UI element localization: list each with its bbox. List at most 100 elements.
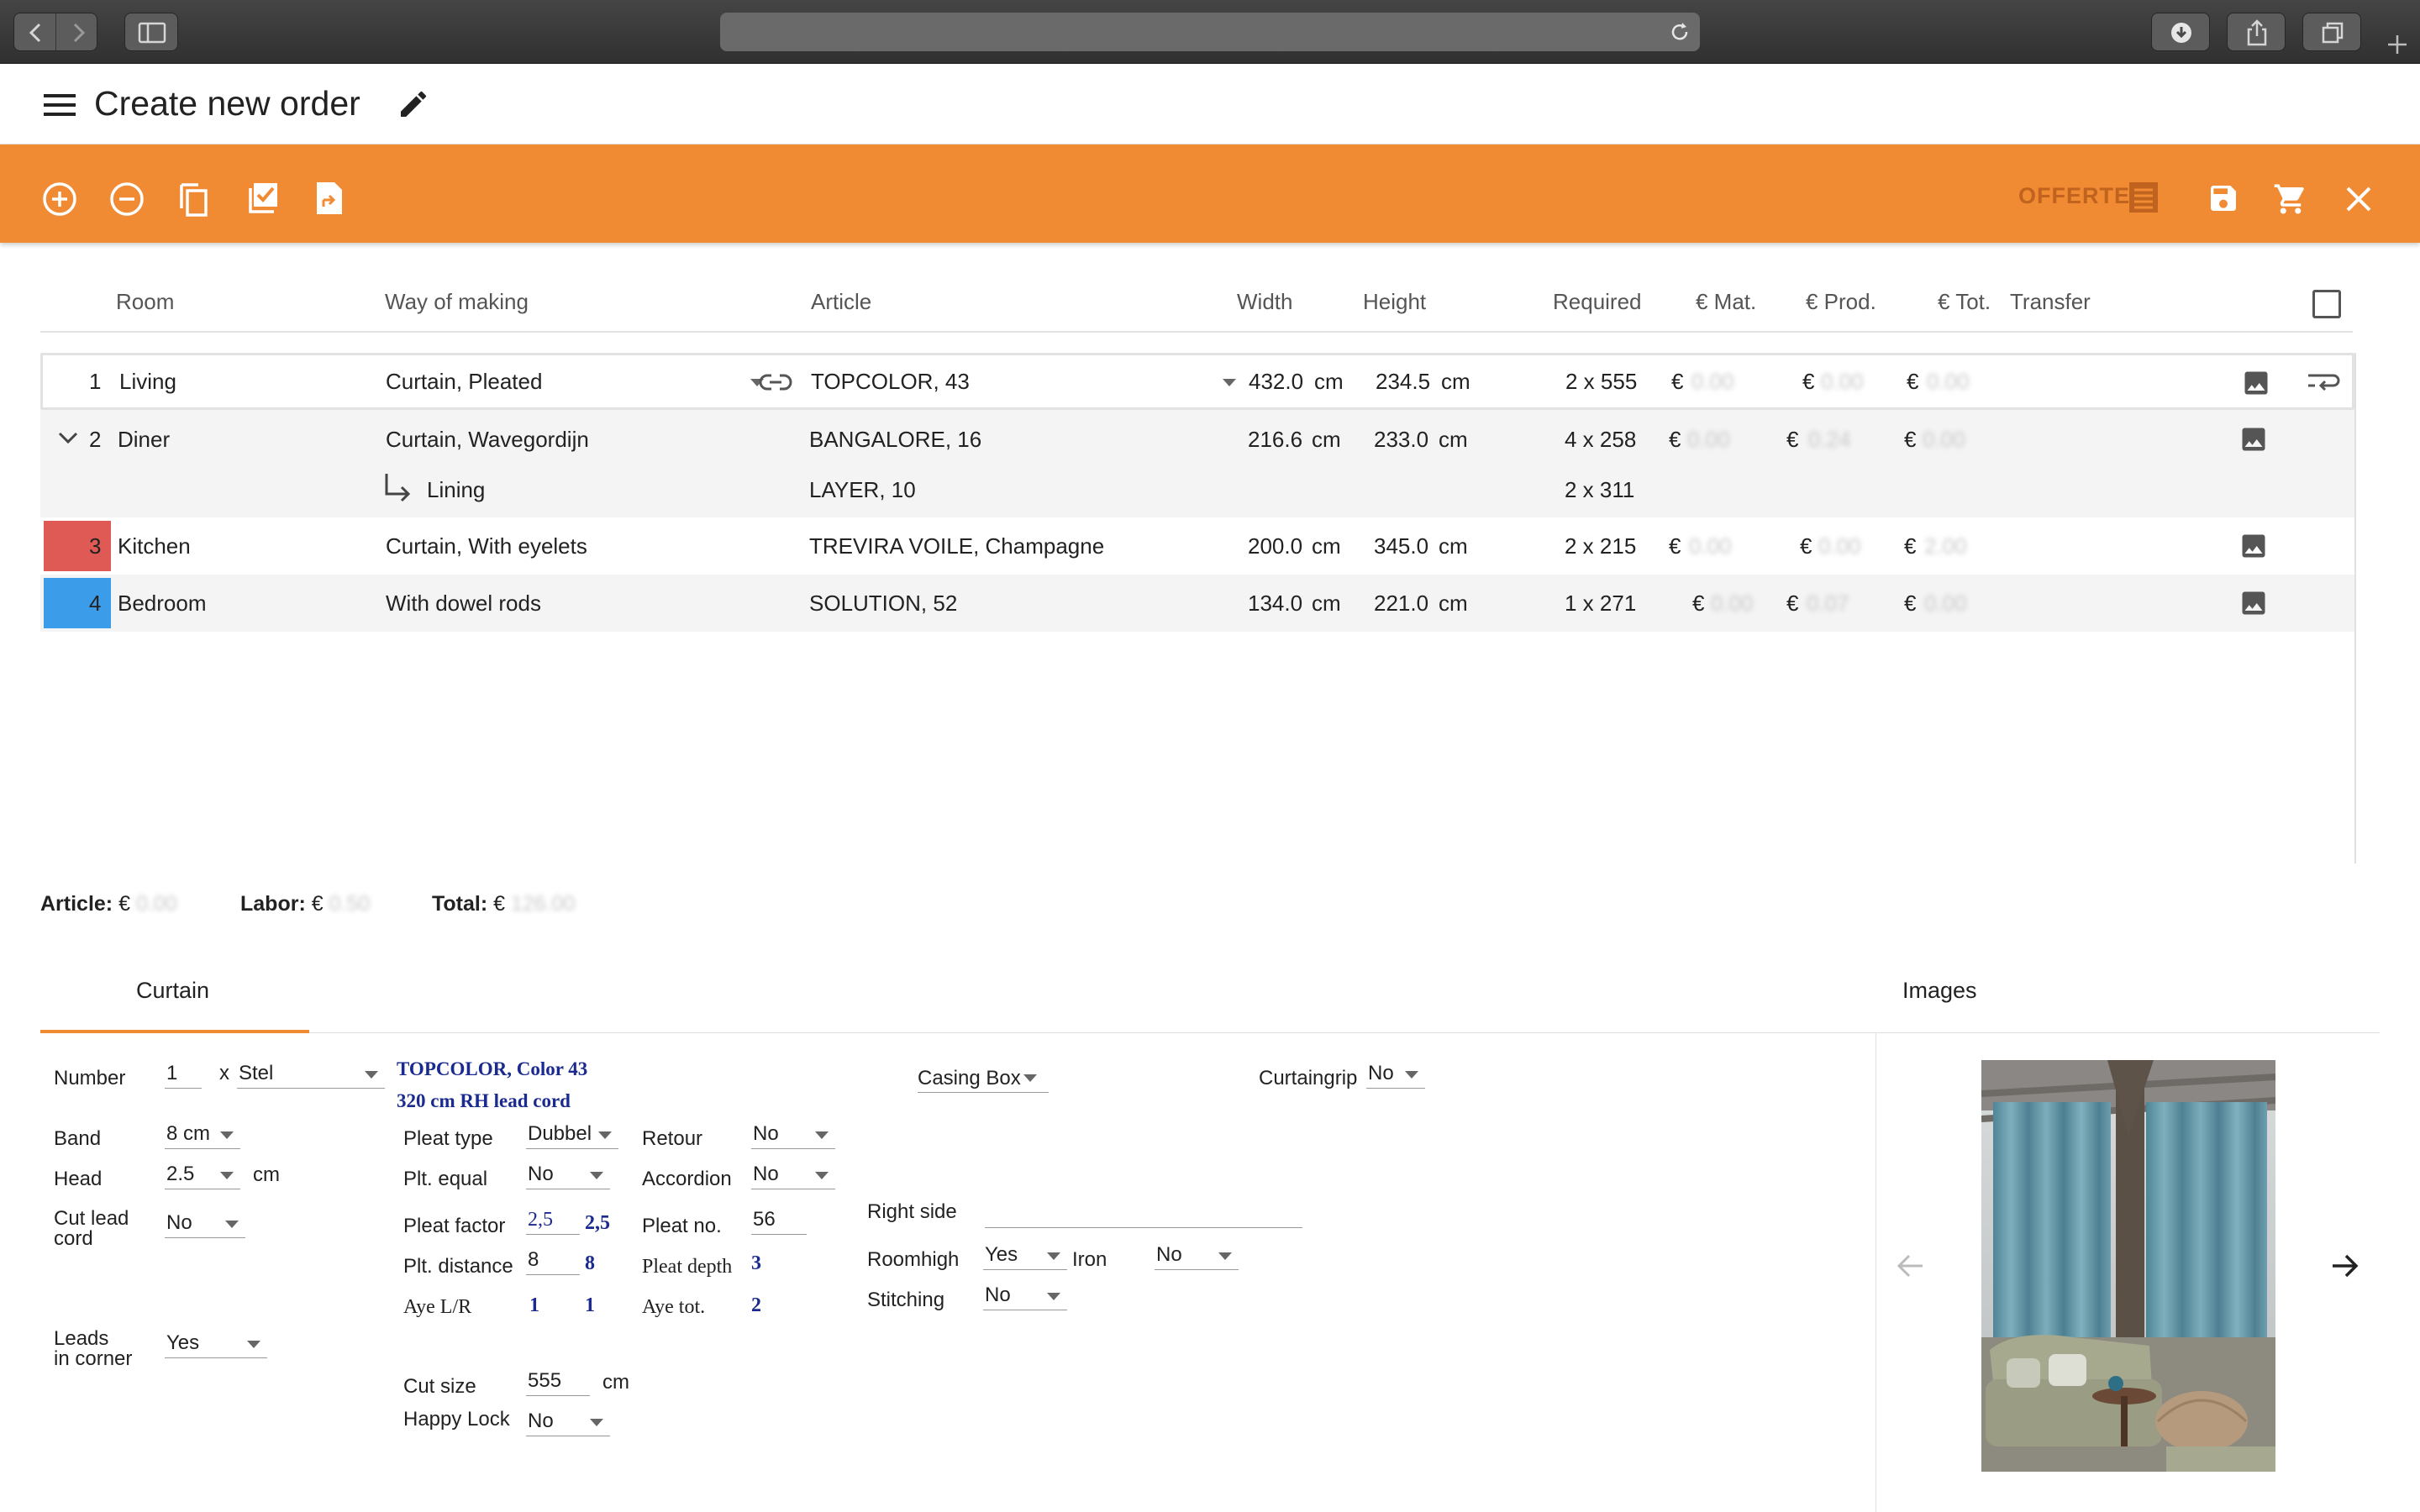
row-number: 2 xyxy=(89,427,102,452)
col-header-way-of-making[interactable]: Way of making xyxy=(385,289,529,315)
menu-icon[interactable] xyxy=(44,92,76,118)
download-icon xyxy=(2171,23,2191,43)
happy-lock-select[interactable]: No xyxy=(526,1408,610,1436)
pleat-factor-input[interactable]: 2,5 xyxy=(526,1206,580,1235)
forward-icon[interactable] xyxy=(68,21,88,45)
row-prod-currency: € xyxy=(1786,591,1799,616)
number-input[interactable]: 1 xyxy=(165,1060,202,1089)
chevron-down-icon[interactable] xyxy=(57,430,79,447)
row-required: 2 x 215 xyxy=(1565,533,1637,559)
sub-row-article: LAYER, 10 xyxy=(809,477,916,502)
row-prod-currency: € xyxy=(1800,533,1812,559)
tab-curtain[interactable]: Curtain xyxy=(136,978,209,1004)
reload-icon[interactable] xyxy=(1668,20,1691,44)
row-tot-currency: € xyxy=(1904,533,1917,559)
row-height: 345.0 xyxy=(1374,533,1429,559)
table-row[interactable]: 4 Bedroom With dowel rods SOLUTION, 52 1… xyxy=(40,575,2354,632)
tab-images[interactable]: Images xyxy=(1902,978,1977,1004)
downloads-button[interactable] xyxy=(2151,13,2210,51)
cut-size-input[interactable]: 555 xyxy=(526,1368,590,1396)
col-header-prod[interactable]: € Prod. xyxy=(1806,289,1876,315)
stitching-select[interactable]: No xyxy=(983,1282,1067,1310)
new-tab-icon[interactable] xyxy=(2385,32,2410,57)
col-header-width[interactable]: Width xyxy=(1237,289,1292,315)
curtaingrip-select[interactable]: No xyxy=(1366,1060,1425,1089)
article-description-line2: 320 cm RH lead cord xyxy=(397,1090,571,1111)
add-circle-icon[interactable] xyxy=(42,181,77,217)
casing-box-label[interactable]: Casing Box xyxy=(918,1068,1021,1089)
pleat-equal-select[interactable]: No xyxy=(526,1161,610,1189)
col-header-mat[interactable]: € Mat. xyxy=(1696,289,1756,315)
product-image[interactable] xyxy=(1981,1060,2275,1472)
save-icon[interactable] xyxy=(2207,181,2240,215)
pleat-type-select[interactable]: Dubbel xyxy=(526,1121,618,1149)
cut-lead-cord-select[interactable]: No xyxy=(165,1210,245,1238)
article-value: TOPCOLOR, 43 xyxy=(811,369,970,394)
close-icon[interactable] xyxy=(2344,185,2373,213)
accordion-select[interactable]: No xyxy=(751,1161,835,1189)
table-scrollbar[interactable] xyxy=(2354,353,2356,864)
table-row[interactable]: 2 Diner Curtain, Wavegordijn BANGALORE, … xyxy=(40,410,2354,517)
next-image-arrow-icon[interactable] xyxy=(2329,1252,2360,1280)
offerte-document-icon[interactable] xyxy=(2128,180,2160,215)
image-icon[interactable] xyxy=(2238,531,2269,561)
row-mat-currency: € xyxy=(1692,591,1705,616)
pleat-no-label: Pleat no. xyxy=(642,1215,722,1237)
col-header-transfer[interactable]: Transfer xyxy=(2010,289,2091,315)
remove-circle-icon[interactable] xyxy=(109,181,145,217)
casing-box-chevron-icon[interactable] xyxy=(1023,1074,1037,1082)
url-bar[interactable] xyxy=(720,13,1700,51)
iron-select[interactable]: No xyxy=(1155,1242,1239,1270)
pleat-factor-label: Pleat factor xyxy=(403,1215,506,1237)
col-header-room[interactable]: Room xyxy=(116,289,174,315)
right-side-input[interactable] xyxy=(985,1200,1302,1228)
active-tab-indicator xyxy=(40,1030,309,1033)
export-document-icon[interactable] xyxy=(314,180,345,217)
back-icon[interactable] xyxy=(26,21,46,45)
checklist-icon[interactable] xyxy=(244,180,281,217)
unit-select[interactable]: Stel xyxy=(237,1060,385,1089)
col-header-height[interactable]: Height xyxy=(1363,289,1426,315)
col-header-tot[interactable]: € Tot. xyxy=(1938,289,1991,315)
link-icon[interactable] xyxy=(759,370,792,394)
offerte-label[interactable]: OFFERTE xyxy=(2018,183,2130,209)
back-forward-buttons[interactable] xyxy=(13,13,97,51)
col-header-required[interactable]: Required xyxy=(1553,289,1642,315)
previous-image-arrow-icon[interactable] xyxy=(1896,1252,1926,1280)
image-icon[interactable] xyxy=(2238,424,2269,454)
edit-pencil-icon[interactable] xyxy=(397,87,430,121)
row-height-unit: cm xyxy=(1439,427,1468,452)
table-row[interactable]: 1 Living Curtain, Pleated TOPCOLOR, 43 4… xyxy=(40,353,2354,410)
retour-select[interactable]: No xyxy=(751,1121,835,1149)
row-width: 200.0 xyxy=(1248,533,1303,559)
row-tot: 2.00 xyxy=(1924,533,1967,559)
select-all-checkbox[interactable] xyxy=(2312,290,2341,318)
row-height-unit: cm xyxy=(1441,369,1470,394)
share-button[interactable] xyxy=(2227,13,2286,51)
leads-in-corner-select[interactable]: Yes xyxy=(165,1330,267,1358)
shopping-cart-icon[interactable] xyxy=(2272,181,2309,217)
cut-size-label: Cut size xyxy=(403,1375,476,1398)
article-select[interactable]: TOPCOLOR, 43 xyxy=(811,359,1248,406)
table-row[interactable]: 3 Kitchen Curtain, With eyelets TREVIRA … xyxy=(40,517,2354,575)
copy-icon[interactable] xyxy=(176,180,212,218)
pleat-distance-input[interactable]: 8 xyxy=(526,1247,580,1275)
row-height: 233.0 xyxy=(1374,427,1429,452)
head-select[interactable]: 2.5 xyxy=(165,1161,240,1189)
sidebar-icon xyxy=(138,22,166,44)
row-height-unit: cm xyxy=(1439,591,1468,616)
transfer-wrap-icon[interactable] xyxy=(2307,370,2340,396)
row-width: 216.6 xyxy=(1248,427,1303,452)
image-icon[interactable] xyxy=(2238,588,2269,618)
way-of-making-select[interactable]: Curtain, Pleated xyxy=(386,359,772,406)
roomhigh-select[interactable]: Yes xyxy=(983,1242,1067,1270)
row-number: 4 xyxy=(89,591,102,616)
tabs-button[interactable] xyxy=(2302,13,2361,51)
image-icon[interactable] xyxy=(2241,368,2271,398)
band-select[interactable]: 8 cm xyxy=(165,1121,240,1149)
sidebar-button[interactable] xyxy=(124,13,178,51)
happy-lock-label: Happy Lock xyxy=(403,1408,510,1431)
pleat-no-input[interactable]: 56 xyxy=(751,1206,807,1235)
col-header-article[interactable]: Article xyxy=(811,289,871,315)
pleat-type-label: Pleat type xyxy=(403,1127,493,1150)
